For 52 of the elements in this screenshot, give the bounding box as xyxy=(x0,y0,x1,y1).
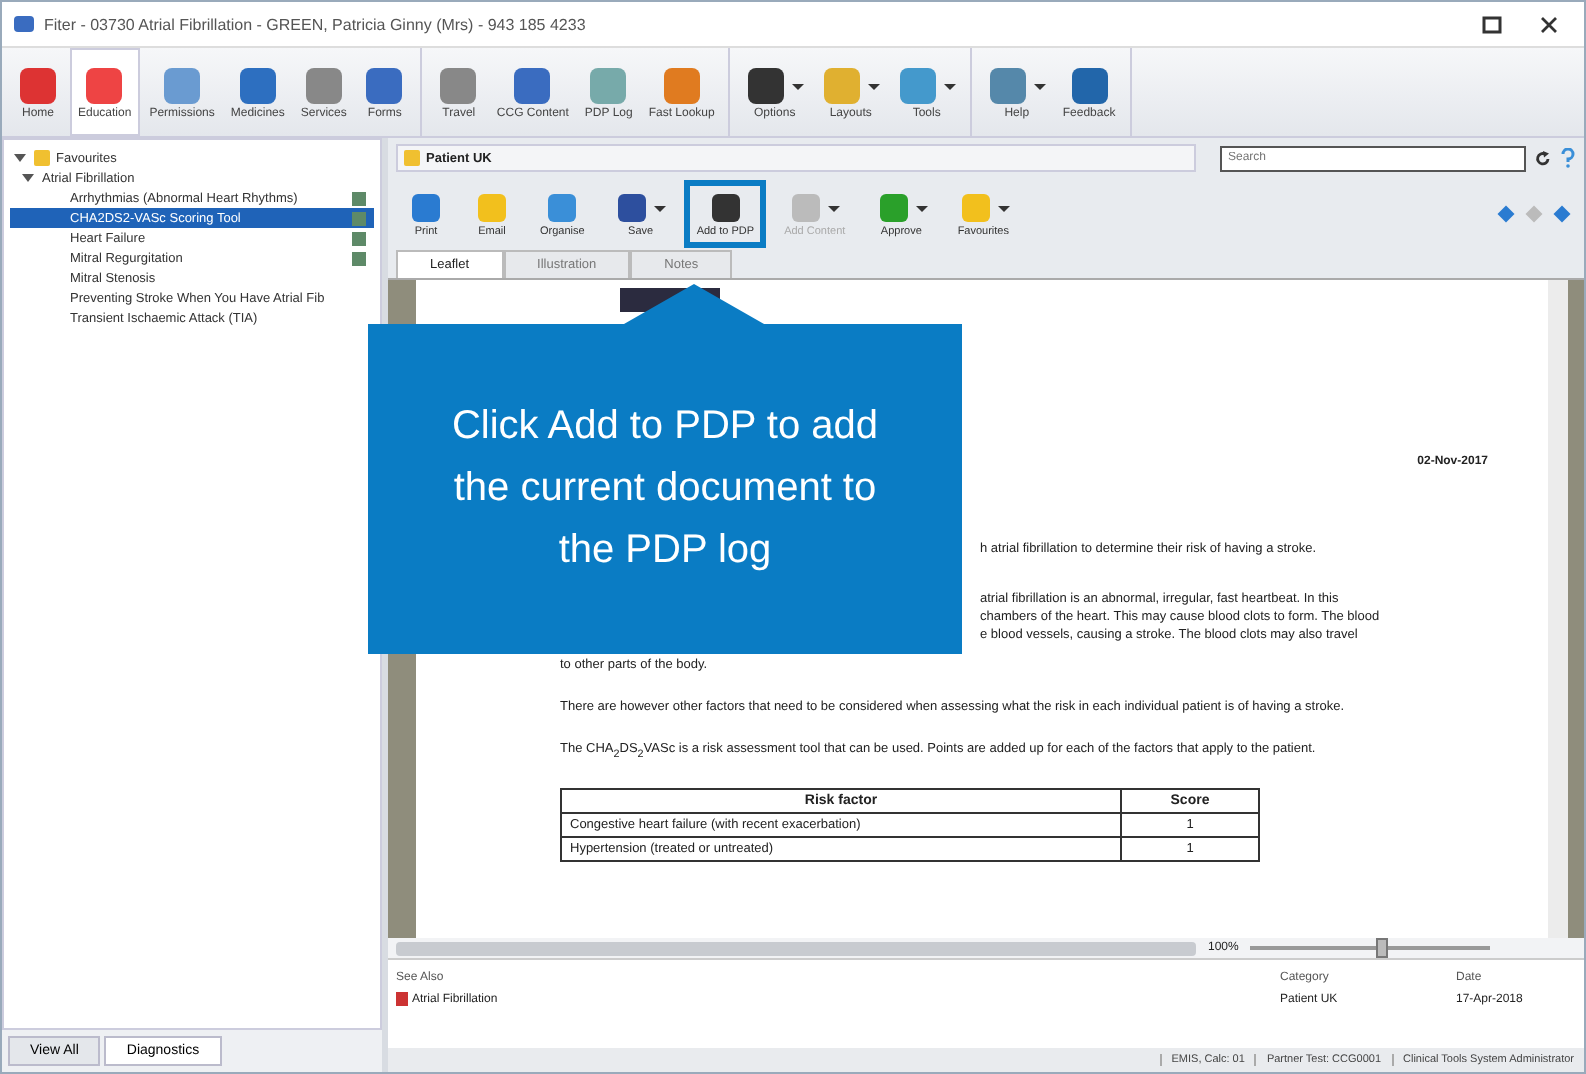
marker-icon xyxy=(352,231,366,245)
slider-thumb[interactable] xyxy=(1376,938,1389,958)
toolbar-icon xyxy=(544,190,581,226)
ribbon-icon xyxy=(82,64,127,108)
folder-icon xyxy=(34,150,50,166)
expander-icon[interactable] xyxy=(14,154,26,162)
ribbon-icon xyxy=(436,64,481,108)
dropdown-arrow-icon xyxy=(1034,83,1047,89)
dropdown-arrow-icon xyxy=(792,83,805,89)
expander-icon[interactable] xyxy=(22,174,34,182)
window-title: Fiter - 03730 Atrial Fibrillation - GREEN, Patricia Ginny (Mrs) - 943 185 4233 xyxy=(44,15,588,33)
scrollbar[interactable] xyxy=(1548,280,1568,938)
ribbon-icon xyxy=(744,64,789,108)
marker-icon xyxy=(352,211,366,225)
ribbon-icon xyxy=(301,64,346,108)
ribbon-icon xyxy=(16,64,60,108)
dropdown-arrow-icon xyxy=(997,205,1010,211)
document-icon xyxy=(396,992,408,1006)
toolbar-icon xyxy=(614,190,651,226)
maximize-icon[interactable] xyxy=(1482,15,1502,33)
dropdown-arrow-icon xyxy=(654,205,667,211)
toolbar-icon xyxy=(474,190,510,226)
app-logo-icon xyxy=(14,16,34,32)
dropdown-arrow-icon xyxy=(868,83,881,89)
ribbon-icon xyxy=(586,64,631,108)
back-icon[interactable] xyxy=(1497,205,1515,223)
toolbar-icon xyxy=(707,190,744,226)
toolbar-icon xyxy=(408,190,444,226)
close-icon[interactable] xyxy=(1540,15,1558,33)
marker-icon xyxy=(352,251,366,265)
dropdown-arrow-icon xyxy=(944,83,957,89)
toolbar-icon xyxy=(788,190,825,226)
folder-icon xyxy=(404,150,420,166)
ribbon-icon xyxy=(1067,64,1112,108)
navigate-icon[interactable] xyxy=(1553,205,1571,223)
ribbon-icon xyxy=(896,64,941,108)
ribbon-icon xyxy=(986,64,1031,108)
dropdown-arrow-icon xyxy=(828,205,841,211)
toolbar-icon xyxy=(875,190,912,226)
callout-text: Click Add to PDP to add the current document to the PDP log xyxy=(368,324,962,654)
ribbon-icon xyxy=(820,64,865,108)
ribbon-icon xyxy=(235,64,280,108)
refresh-icon[interactable] xyxy=(1534,149,1552,167)
toolbar-icon xyxy=(957,190,994,226)
callout-pointer xyxy=(623,284,763,324)
marker-icon xyxy=(352,191,366,205)
ribbon-icon xyxy=(362,64,407,108)
ribbon-icon xyxy=(659,64,704,108)
dropdown-arrow-icon xyxy=(915,205,928,211)
horizontal-scrollbar[interactable] xyxy=(396,941,1196,955)
ribbon-icon xyxy=(160,64,205,108)
ribbon-icon xyxy=(510,64,555,108)
